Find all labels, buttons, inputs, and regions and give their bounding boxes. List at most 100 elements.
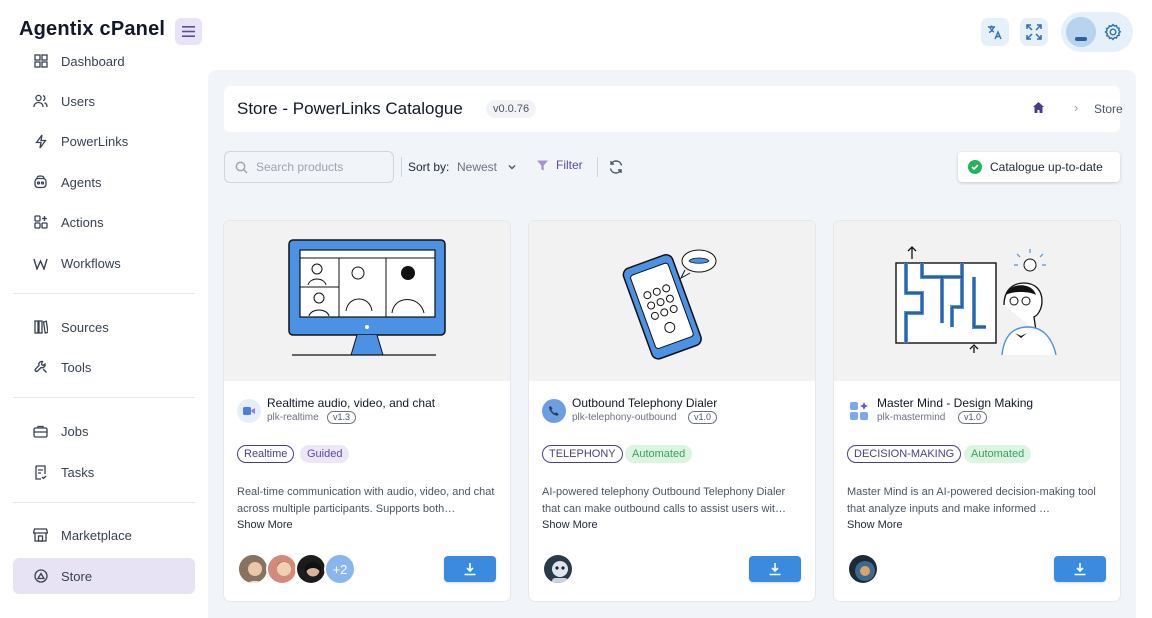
sidebar-item-tasks[interactable]: Tasks: [13, 454, 195, 490]
page-title: Store - PowerLinks Catalogue: [237, 99, 463, 118]
tools-icon: [33, 360, 48, 375]
sidebar-item-label: Workflows: [61, 255, 121, 271]
marketplace-icon: [33, 528, 48, 543]
show-more-link[interactable]: Show More: [542, 519, 598, 531]
sidebar-item-label: PowerLinks: [61, 133, 129, 149]
download-icon: [464, 563, 476, 576]
jobs-icon: [33, 424, 48, 439]
product-card: Outbound Telephony Dialer plk-telephony-…: [529, 221, 815, 601]
app-root: Agentix cPanel Dashboard Users PowerLink…: [0, 0, 1152, 618]
agents-icon: [33, 175, 48, 190]
sidebar-item-jobs[interactable]: Jobs: [13, 413, 195, 449]
sidebar-item-label: Jobs: [61, 423, 89, 439]
dashboard-icon: [33, 54, 48, 69]
sidebar-item-workflows[interactable]: Workflows: [13, 245, 195, 281]
sidebar-divider: [13, 397, 195, 398]
translate-button[interactable]: [981, 18, 1009, 46]
menu-toggle-button[interactable]: [175, 18, 202, 45]
sidebar-item-label: Tasks: [61, 464, 95, 480]
card-version: v1.0: [688, 411, 718, 424]
check-circle-icon: [968, 160, 982, 174]
search-input[interactable]: [256, 160, 386, 174]
download-button[interactable]: [444, 556, 496, 582]
sidebar-item-label: Actions: [61, 214, 104, 230]
menu-icon: [182, 26, 195, 37]
card-slug: plk-telephony-outbound: [572, 412, 677, 423]
download-button[interactable]: [1054, 556, 1106, 582]
avatar: [237, 553, 269, 585]
avatar-overflow-count[interactable]: +2: [324, 553, 356, 585]
sidebar-item-label: Store: [61, 568, 93, 584]
sidebar-item-label: Tools: [61, 359, 92, 375]
grid-sparkle-icon: [847, 399, 871, 423]
sidebar-item-label: Marketplace: [61, 527, 132, 543]
actions-icon: [33, 215, 48, 230]
sidebar-item-label: Agents: [61, 174, 102, 190]
refresh-icon[interactable]: [608, 159, 624, 175]
sidebar-item-tools[interactable]: Tools: [13, 349, 195, 385]
avatar: [1066, 17, 1096, 47]
catalogue-status: Catalogue up-to-date: [958, 152, 1120, 182]
card-version: v1.0: [958, 411, 988, 424]
sidebar-item-store[interactable]: Store: [13, 558, 195, 594]
sort-label: Sort by:: [408, 160, 450, 174]
download-icon: [1074, 563, 1086, 576]
card-illustration: [224, 221, 510, 381]
sidebar-divider: [13, 293, 195, 294]
download-icon: [769, 563, 781, 576]
home-icon[interactable]: [1032, 101, 1045, 114]
brand-logo: Agentix cPanel: [19, 18, 166, 40]
sort-select[interactable]: Newest: [457, 160, 497, 174]
avatar: [266, 553, 298, 585]
tag-telephony: TELEPHONY: [542, 445, 623, 463]
sidebar-item-dashboard[interactable]: Dashboard: [13, 54, 195, 79]
tag-guided: Guided: [300, 445, 350, 463]
filter-button[interactable]: Filter: [536, 158, 583, 172]
sidebar-item-marketplace[interactable]: Marketplace: [13, 517, 195, 553]
sidebar-item-label: Users: [61, 93, 95, 109]
store-icon: [33, 569, 48, 584]
sidebar: Dashboard Users PowerLinks Agents Action…: [0, 54, 208, 618]
tag-realtime: Realtime: [237, 445, 295, 463]
tag-automated: Automated: [625, 445, 693, 463]
filter-icon: [537, 160, 548, 170]
card-title: Master Mind - Design Making: [877, 396, 1034, 410]
toolbar-divider: [401, 157, 402, 177]
card-description: AI-powered telephony Outbound Telephony …: [542, 486, 786, 515]
chevron-down-icon[interactable]: [506, 161, 518, 173]
status-text: Catalogue up-to-date: [990, 160, 1103, 174]
tag-decision-making: DECISION-MAKING: [847, 445, 962, 463]
users-icon: [33, 94, 48, 109]
show-more-link[interactable]: Show More: [237, 519, 293, 531]
card-title: Realtime audio, video, and chat: [267, 396, 436, 410]
profile-menu[interactable]: [1061, 12, 1133, 52]
download-button[interactable]: [749, 556, 801, 582]
workflows-icon: [33, 256, 48, 271]
video-call-icon: [237, 399, 261, 423]
sidebar-item-powerlinks[interactable]: PowerLinks: [13, 123, 195, 159]
show-more-link[interactable]: Show More: [847, 519, 903, 531]
card-version: v1.3: [327, 411, 357, 424]
gear-icon[interactable]: [1103, 22, 1123, 42]
breadcrumb-separator: ›: [1074, 100, 1079, 115]
search-icon: [235, 161, 248, 173]
sidebar-item-sources[interactable]: Sources: [13, 309, 195, 345]
sidebar-item-label: Sources: [61, 319, 109, 335]
search-box[interactable]: [224, 151, 394, 183]
card-slug: plk-mastermind: [877, 412, 946, 423]
bolt-icon: [33, 134, 48, 149]
avatar: [295, 553, 327, 585]
card-illustration: [834, 221, 1120, 381]
translate-icon: [988, 25, 1002, 40]
card-illustration: [529, 221, 815, 381]
toolbar-divider: [597, 157, 598, 177]
fullscreen-button[interactable]: [1020, 18, 1048, 46]
tasks-icon: [33, 464, 48, 480]
phone-icon: [542, 399, 566, 423]
card-title: Outbound Telephony Dialer: [572, 396, 718, 410]
sidebar-item-actions[interactable]: Actions: [13, 204, 195, 240]
sources-icon: [33, 320, 48, 335]
tag-automated: Automated: [964, 445, 1032, 463]
sidebar-item-agents[interactable]: Agents: [13, 164, 195, 200]
sidebar-item-users[interactable]: Users: [13, 83, 195, 119]
